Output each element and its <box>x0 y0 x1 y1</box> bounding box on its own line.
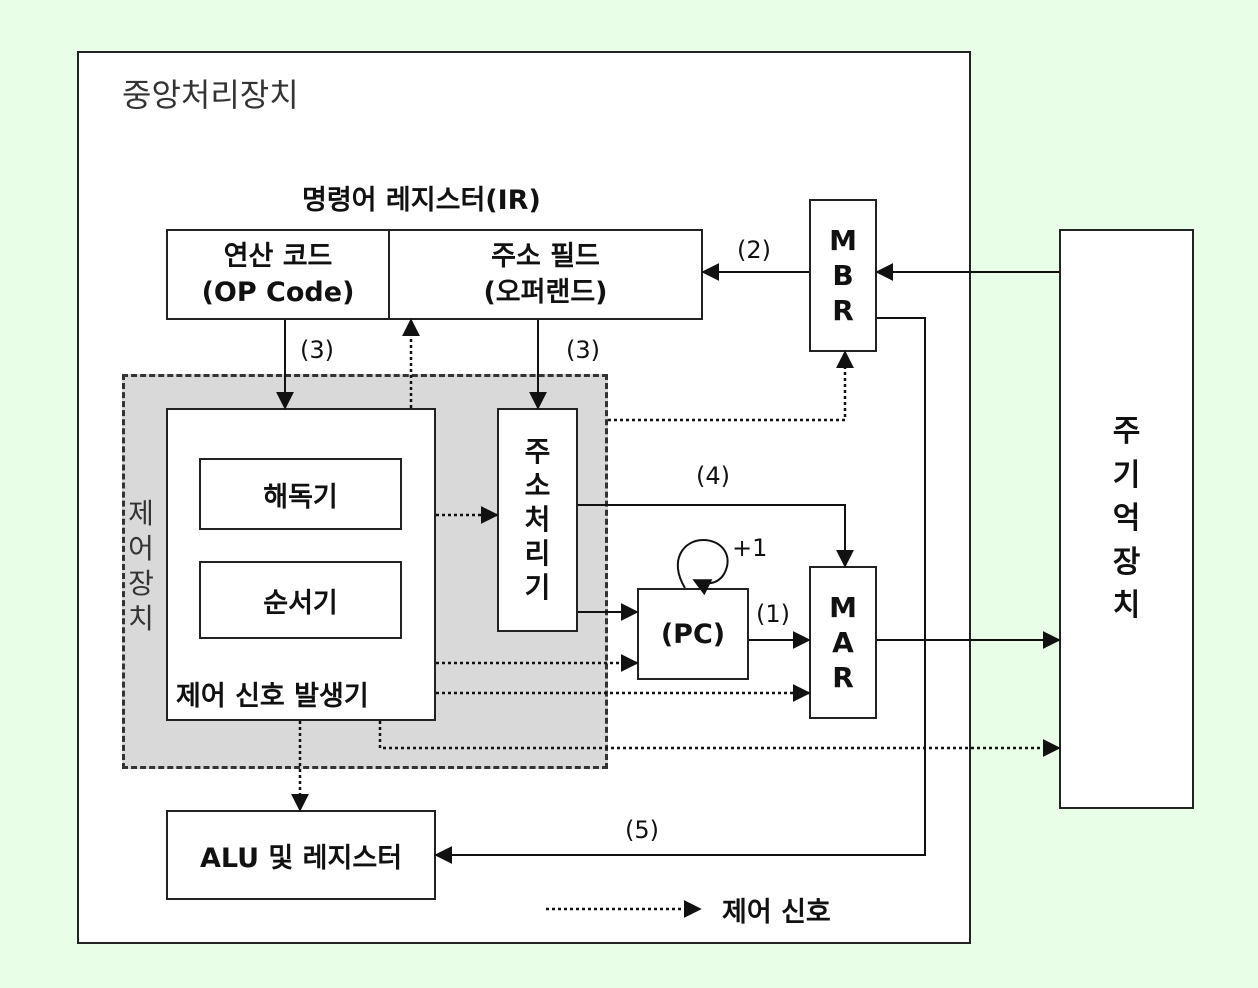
step-label-2: (2) <box>737 236 771 264</box>
step-label-5: (5) <box>625 816 659 844</box>
arrow-mbr-to-alu <box>434 317 926 864</box>
pc-increment-label: +1 <box>732 534 768 562</box>
signal-control-to-mbr <box>608 350 854 422</box>
signal-control-to-memory <box>378 721 1061 757</box>
step-label-1: (1) <box>756 600 790 628</box>
step-label-3a: (3) <box>300 336 334 364</box>
pc-increment-loop <box>676 538 729 596</box>
arrow-address-processor-to-mar <box>578 504 854 568</box>
legend-label: 제어 신호 <box>722 897 831 928</box>
diagram-stage: 중앙처리장치 제 어 장 치 명령어 레지스터(IR) 연산 코드 (OP Co… <box>0 0 1258 988</box>
step-label-4: (4) <box>696 462 730 490</box>
step-label-3b: (3) <box>566 336 600 364</box>
